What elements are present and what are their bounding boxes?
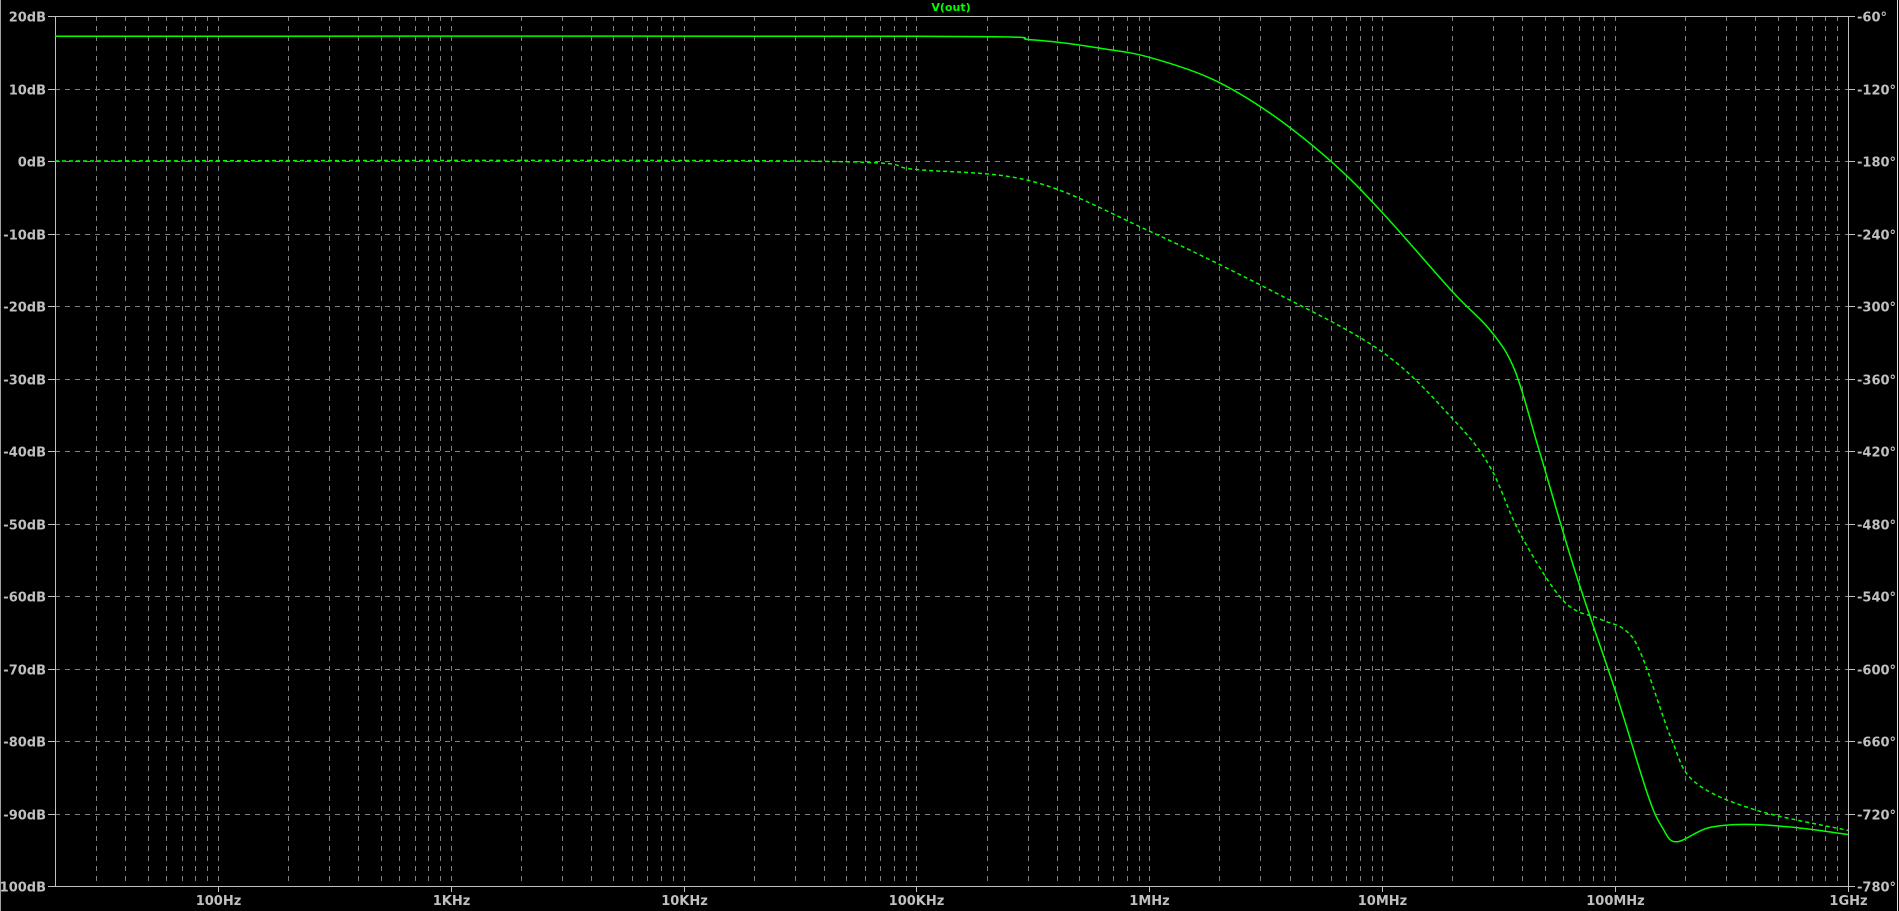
y-left-tick-label: -20dB — [3, 301, 46, 316]
y-left-tick-label: -40dB — [3, 446, 46, 461]
grid — [55, 16, 1848, 886]
y-left-tick-label: -90dB — [3, 809, 46, 824]
y-left-tick-label: -50dB — [3, 519, 46, 534]
y-left-tick-label: 20dB — [9, 11, 46, 26]
y-right-tick-label: -480° — [1857, 519, 1896, 534]
x-tick-label: 1GHz — [1829, 894, 1867, 909]
y-right-tick-label: -660° — [1857, 736, 1896, 751]
x-tick-label: 10MHz — [1358, 894, 1407, 909]
y-right-tick-label: -360° — [1857, 374, 1896, 389]
y-right-tick-label: -180° — [1857, 156, 1896, 171]
x-tick-label: 10KHz — [661, 894, 708, 909]
y-left-tick-label: 10dB — [9, 84, 46, 99]
y-left-tick-label: 0dB — [18, 156, 46, 171]
y-right-tick-label: -60° — [1857, 11, 1887, 26]
y-left-tick-label: -70dB — [3, 664, 46, 679]
y-right-tick-label: -720° — [1857, 809, 1896, 824]
x-tick-label: 100MHz — [1586, 894, 1645, 909]
chart-title[interactable]: V(out) — [931, 1, 970, 14]
axes: 20dB 10dB 0dB -10dB -20dB -30dB -40dB -50dB -60d… — [0, 11, 1896, 910]
y-left-tick-label: -60dB — [3, 591, 46, 606]
x-tick-label: 1KHz — [433, 894, 471, 909]
y-left-tick-label: -100dB — [0, 881, 46, 896]
y-right-tick-label: -420° — [1857, 446, 1896, 461]
y-right-tick-label: -600° — [1857, 664, 1896, 679]
x-tick-label: 100Hz — [196, 894, 242, 909]
x-tick-label: 100KHz — [889, 894, 945, 909]
y-left-tick-label: -30dB — [3, 374, 46, 389]
y-right-tick-label: -300° — [1857, 301, 1896, 316]
y-right-tick-label: -240° — [1857, 229, 1896, 244]
y-left-tick-label: -80dB — [3, 736, 46, 751]
bode-plot: 20dB 10dB 0dB -10dB -20dB -30dB -40dB -50dB -60d… — [0, 0, 1898, 911]
x-tick-label: 1MHz — [1129, 894, 1169, 909]
y-right-tick-label: -120° — [1857, 84, 1896, 99]
y-right-tick-label: -540° — [1857, 591, 1896, 606]
y-left-tick-label: -10dB — [3, 229, 46, 244]
